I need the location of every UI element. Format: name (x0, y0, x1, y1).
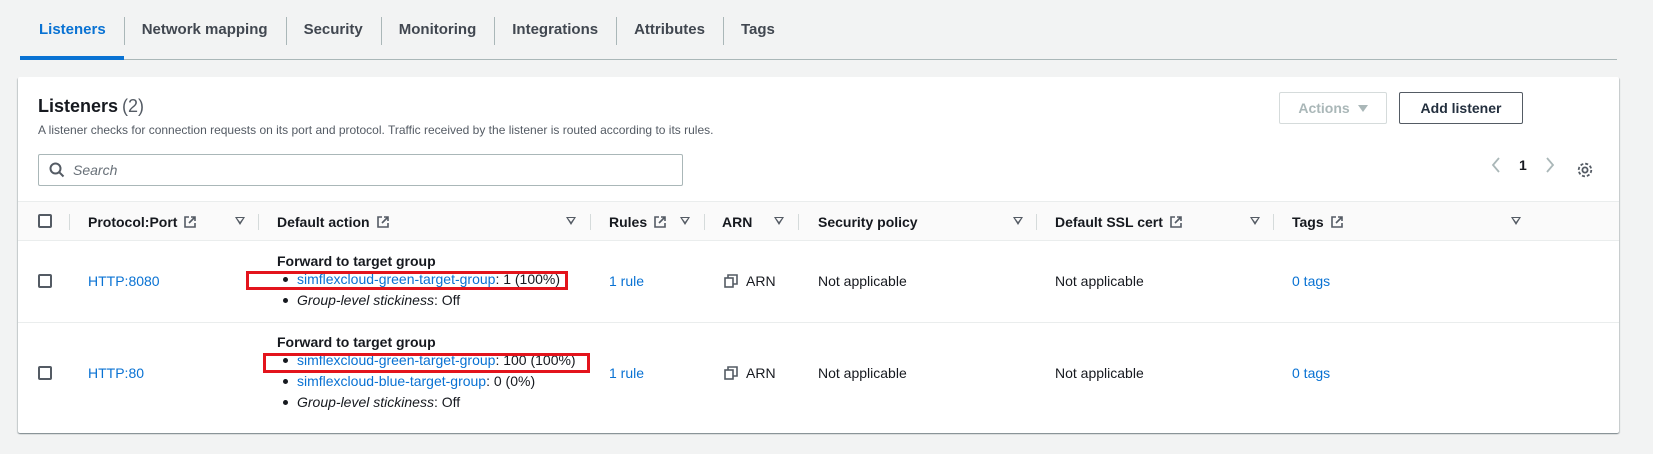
actions-label: Actions (1298, 100, 1350, 116)
col-default-ssl-cert[interactable]: Default SSL cert (1036, 202, 1273, 242)
arn-label: ARN (746, 273, 776, 289)
panel-title: Listeners (2) (38, 96, 144, 117)
security-policy-value: Not applicable (818, 273, 907, 289)
sort-icon[interactable] (235, 217, 245, 225)
col-protocol-label: Protocol:Port (88, 214, 178, 230)
col-rules-label: Rules (609, 214, 648, 230)
external-link-icon (1330, 216, 1343, 228)
col-security-policy-label: Security policy (818, 214, 918, 230)
security-policy-value: Not applicable (818, 365, 907, 381)
arn-copy[interactable]: ARN (724, 273, 776, 289)
actions-button[interactable]: Actions (1279, 92, 1387, 124)
stickiness-label: Group-level stickiness (297, 292, 434, 308)
panel-description: A listener checks for connection request… (38, 123, 714, 137)
highlight-box (246, 271, 568, 290)
tab-tags[interactable]: Tags (722, 0, 793, 59)
col-ssl-label: Default SSL cert (1055, 214, 1163, 230)
sort-icon[interactable] (1013, 217, 1023, 225)
tab-integrations[interactable]: Integrations (494, 0, 616, 59)
col-security-policy[interactable]: Security policy (799, 202, 1036, 242)
list-item: simflexcloud-blue-target-group: 0 (0%) (277, 371, 576, 392)
copy-icon (724, 274, 738, 288)
col-tags[interactable]: Tags (1273, 202, 1521, 242)
row-checkbox[interactable] (38, 274, 52, 288)
external-link-icon (654, 216, 666, 228)
tab-security[interactable]: Security (285, 0, 381, 59)
tab-bar: Listeners Network mapping Security Monit… (20, 0, 1617, 60)
current-page[interactable]: 1 (1519, 157, 1527, 173)
chevron-right-icon[interactable] (1545, 157, 1555, 173)
list-item: Group-level stickiness: Off (277, 392, 576, 413)
sort-icon[interactable] (566, 217, 576, 225)
chevron-left-icon[interactable] (1491, 157, 1501, 173)
ssl-cert-value: Not applicable (1055, 365, 1144, 381)
title-text: Listeners (38, 96, 119, 116)
listener-count: (2) (122, 96, 145, 116)
col-default-action-label: Default action (277, 214, 370, 230)
listeners-table: Protocol:Port Default action Rules ARN S… (18, 201, 1619, 428)
external-link-icon (1170, 216, 1182, 228)
stickiness-label: Group-level stickiness (297, 394, 434, 410)
target-group-link[interactable]: simflexcloud-blue-target-group (297, 373, 486, 389)
table-row: HTTP:8080 Forward to target group simfle… (18, 241, 1619, 323)
sort-icon[interactable] (774, 217, 784, 225)
arn-label: ARN (746, 365, 776, 381)
tab-attributes[interactable]: Attributes (616, 0, 723, 59)
listeners-panel: Listeners (2) A listener checks for conne… (18, 77, 1619, 433)
list-item: Group-level stickiness: Off (277, 290, 560, 311)
sort-icon[interactable] (1511, 217, 1521, 225)
tab-listeners[interactable]: Listeners (20, 0, 124, 60)
protocol-port-link[interactable]: HTTP:8080 (88, 273, 160, 289)
col-tags-label: Tags (1292, 214, 1324, 230)
table-header: Protocol:Port Default action Rules ARN S… (18, 201, 1619, 241)
action-title: Forward to target group (277, 334, 436, 350)
default-action-cell: Forward to target group simflexcloud-gre… (277, 334, 576, 413)
panel-header: Listeners (2) A listener checks for conne… (18, 77, 1619, 201)
copy-icon (724, 366, 738, 380)
stickiness-value: : Off (433, 394, 461, 410)
col-protocol-port[interactable]: Protocol:Port (69, 202, 259, 242)
table-row: HTTP:80 Forward to target group simflexc… (18, 323, 1619, 428)
row-checkbox[interactable] (38, 366, 52, 380)
pagination: 1 (1491, 157, 1555, 173)
tab-network-mapping[interactable]: Network mapping (123, 0, 286, 59)
arn-copy[interactable]: ARN (724, 365, 776, 381)
col-default-action[interactable]: Default action (258, 202, 590, 242)
action-title: Forward to target group (277, 253, 436, 269)
highlight-box (263, 353, 590, 373)
col-arn-label: ARN (722, 214, 753, 230)
col-arn[interactable]: ARN (704, 202, 800, 242)
protocol-port-link[interactable]: HTTP:80 (88, 365, 144, 381)
tags-link[interactable]: 0 tags (1292, 273, 1330, 289)
search-box (38, 154, 683, 186)
external-link-icon (376, 216, 389, 228)
search-icon (49, 162, 65, 178)
ssl-cert-value: Not applicable (1055, 273, 1144, 289)
target-group-weight: : 0 (0%) (486, 373, 536, 389)
search-input[interactable] (65, 161, 682, 179)
add-listener-button[interactable]: Add listener (1399, 92, 1523, 124)
tags-link[interactable]: 0 tags (1292, 365, 1330, 381)
external-link-icon (184, 216, 197, 228)
caret-down-icon (1357, 104, 1368, 112)
settings-gear-icon[interactable] (1576, 161, 1594, 179)
select-all-checkbox[interactable] (38, 214, 52, 228)
stickiness-value: : Off (433, 292, 461, 308)
tab-monitoring[interactable]: Monitoring (380, 0, 494, 59)
sort-icon[interactable] (680, 217, 690, 225)
sort-icon[interactable] (1250, 217, 1260, 225)
rules-link[interactable]: 1 rule (609, 273, 644, 289)
col-rules[interactable]: Rules (590, 202, 702, 242)
rules-link[interactable]: 1 rule (609, 365, 644, 381)
